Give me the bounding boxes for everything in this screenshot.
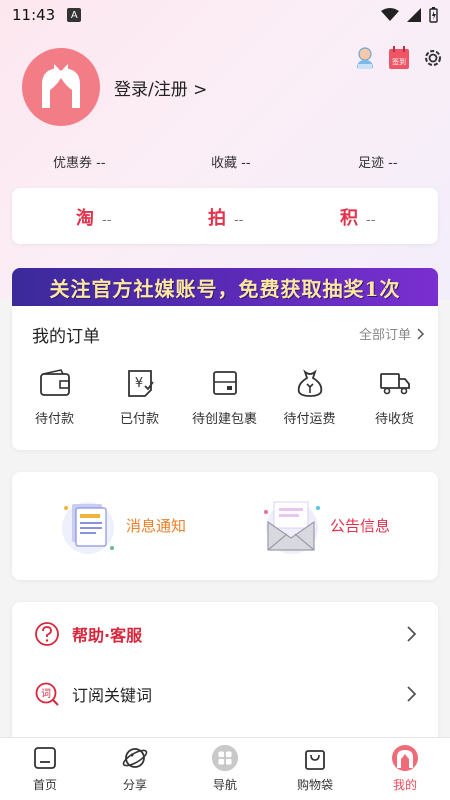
login-register-link[interactable]: 登录/注册 > (114, 75, 207, 100)
tab-share[interactable]: 分享 (90, 738, 180, 800)
tab-profile[interactable]: 我的 (360, 738, 450, 800)
battery-icon (429, 7, 438, 23)
status-bar: 11:43 A (0, 0, 450, 30)
tab-home[interactable]: 首页 (0, 738, 90, 800)
wallet-icon (38, 368, 72, 398)
notice-card: 消息通知 公告信息 (12, 472, 438, 580)
menu-label: 订阅关键词 (72, 686, 153, 705)
settings-gear-icon[interactable] (422, 46, 444, 70)
all-orders-label: 全部订单 (358, 328, 411, 343)
avatar[interactable] (22, 48, 100, 126)
notice-label: 消息通知 (126, 516, 187, 535)
tab-label: 我的 (392, 778, 417, 792)
stat-footprints[interactable]: 足迹 -- (358, 152, 398, 171)
order-pending-payment[interactable]: 待付款 (12, 368, 97, 427)
tab-label: 购物袋 (296, 778, 333, 792)
promo-banner[interactable]: 关注官方社媒账号，免费获取抽奖1次 (12, 268, 438, 306)
tab-label: 导航 (212, 778, 237, 792)
signal-icon (407, 8, 421, 22)
order-paid[interactable]: ¥ 已付款 (97, 368, 182, 427)
message-document-icon (62, 502, 114, 554)
menu-subscribe-keywords[interactable]: 词 订阅关键词 (12, 664, 438, 724)
point-value: -- (234, 213, 244, 228)
package-box-icon (208, 368, 242, 398)
stat-favorites[interactable]: 收藏 -- (211, 152, 251, 171)
profile-header: 登录/注册 > 签到 (0, 40, 450, 140)
bottom-tab-bar: 首页 分享 导航 购物袋 我的 (0, 737, 450, 800)
chevron-right-icon (407, 626, 416, 642)
notification-badge: A (67, 8, 82, 22)
point-value: -- (366, 213, 376, 228)
point-tao[interactable]: 淘 -- (76, 204, 111, 230)
customer-service-icon[interactable] (354, 46, 376, 70)
point-value: -- (102, 213, 112, 228)
order-label: 待付款 (34, 412, 74, 427)
order-label: 待创建包裹 (191, 412, 257, 427)
signin-calendar-icon[interactable]: 签到 (388, 46, 410, 70)
menu-card: 帮助·客服 词 订阅关键词 (12, 602, 438, 742)
point-ji[interactable]: 积 -- (340, 204, 375, 230)
announcement-envelope-icon (264, 501, 320, 554)
chevron-right-icon (407, 686, 416, 702)
help-question-icon (35, 622, 59, 646)
tab-shopping-bag[interactable]: 购物袋 (270, 738, 360, 800)
chevron-right-icon (417, 327, 424, 340)
home-icon (31, 744, 59, 772)
avatar-girl-icon (42, 64, 80, 108)
point-pai[interactable]: 拍 -- (208, 204, 243, 230)
delivery-truck-icon (378, 368, 412, 398)
tab-label: 首页 (32, 778, 57, 792)
svg-text:¥: ¥ (134, 376, 142, 391)
shopping-bag-icon (301, 744, 329, 772)
orders-card: 我的订单 全部订单 待付款 ¥ 已付款 待创建包裹 待付运费 待收货 (12, 306, 438, 450)
subscribe-keyword-icon: 词 (35, 682, 59, 706)
order-label: 待收货 (374, 412, 414, 427)
money-bag-icon (293, 368, 327, 398)
planet-share-icon (121, 744, 149, 772)
order-label: 已付款 (119, 412, 159, 427)
svg-text:词: 词 (41, 688, 51, 700)
profile-icon (391, 744, 419, 772)
menu-label: 帮助·客服 (72, 626, 143, 645)
tab-label: 分享 (122, 778, 147, 792)
tab-navigation[interactable]: 导航 (180, 738, 270, 800)
order-pending-receipt[interactable]: 待收货 (352, 368, 437, 427)
announcement-entry[interactable]: 公告信息 (260, 494, 390, 556)
stats-row: 优惠券 -- 收藏 -- 足迹 -- (0, 152, 450, 174)
menu-help-service[interactable]: 帮助·客服 (12, 604, 438, 664)
order-label: 待付运费 (283, 412, 336, 427)
notice-label: 公告信息 (330, 516, 391, 535)
message-notification-entry[interactable]: 消息通知 (60, 494, 186, 556)
status-time: 11:43 (12, 6, 56, 24)
banner-text: 关注官方社媒账号，免费获取抽奖1次 (49, 276, 401, 301)
order-pending-package[interactable]: 待创建包裹 (182, 368, 267, 427)
signin-badge-text: 签到 (392, 57, 406, 66)
grid-navigation-icon (211, 744, 239, 772)
all-orders-link[interactable]: 全部订单 (359, 324, 424, 343)
points-card: 淘 -- 拍 -- 积 -- (12, 188, 438, 244)
wifi-icon (381, 8, 399, 21)
yen-receipt-icon: ¥ (123, 368, 157, 398)
stat-coupons[interactable]: 优惠券 -- (53, 152, 106, 171)
point-label: 淘 (76, 208, 94, 229)
orders-title: 我的订单 (32, 327, 100, 347)
point-label: 拍 (208, 208, 226, 229)
order-pending-shipping-fee[interactable]: 待付运费 (267, 368, 352, 427)
point-label: 积 (340, 208, 358, 229)
